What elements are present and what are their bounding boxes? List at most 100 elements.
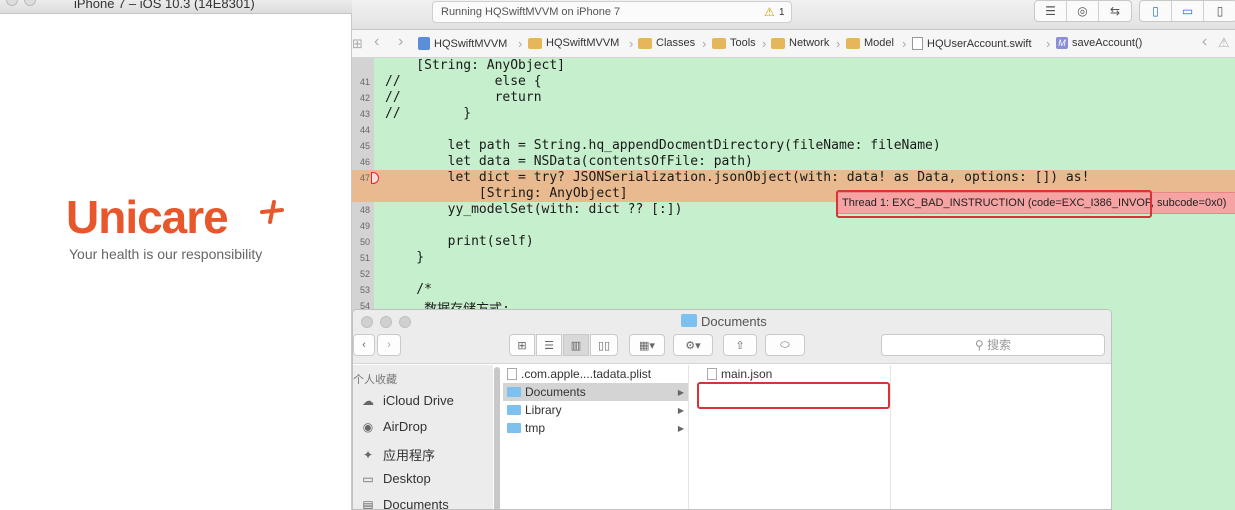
xcode-toolbar: Running HQSwiftMVVM on iPhone 7 ⚠ 1 ☰ ◎ … bbox=[352, 0, 1235, 30]
zoom-dot[interactable] bbox=[399, 316, 411, 328]
list-item[interactable]: Library ▶ bbox=[503, 401, 688, 419]
code-line[interactable]: 43 // } bbox=[352, 106, 1235, 122]
project-icon bbox=[418, 37, 430, 50]
arrange-button[interactable]: ▦▾ bbox=[629, 334, 665, 356]
code-line[interactable]: [String: AnyObject] bbox=[352, 58, 1235, 74]
line-number: 42 bbox=[359, 93, 370, 103]
previous-issue-button[interactable]: ‹ bbox=[1202, 33, 1207, 51]
code-line[interactable]: 44 bbox=[352, 122, 1235, 138]
folder-icon bbox=[712, 37, 726, 49]
finder-title: Documents bbox=[701, 314, 767, 329]
back-button[interactable]: ‹ bbox=[374, 33, 379, 51]
airdrop-icon: ◉ bbox=[362, 419, 374, 434]
forward-button[interactable]: › bbox=[377, 334, 401, 356]
crumb-classes[interactable]: Classes bbox=[638, 37, 695, 49]
close-dot[interactable] bbox=[361, 316, 373, 328]
search-icon: ⚲ bbox=[974, 338, 988, 352]
editor-mode-group: ☰ ◎ ⇆ bbox=[1034, 0, 1132, 22]
error-highlight-box bbox=[836, 190, 1152, 218]
share-button[interactable]: ⇧ bbox=[723, 334, 757, 356]
code-line[interactable]: 52 bbox=[352, 266, 1235, 282]
crumb-network[interactable]: Network bbox=[771, 37, 829, 49]
source-editor[interactable]: [String: AnyObject] 41 // else {42 // retur… bbox=[352, 58, 1235, 318]
logo-plus-icon bbox=[260, 200, 284, 224]
folder-icon bbox=[638, 37, 652, 49]
search-field[interactable]: ⚲ 搜索 bbox=[881, 334, 1105, 356]
code-text: [String: AnyObject] bbox=[385, 186, 628, 201]
finder-sidebar: 个人收藏 ☁ iCloud Drive ◉ AirDrop ✦ 应用程序 ▭ Deskt… bbox=[353, 365, 493, 509]
version-editor-button[interactable]: ⇆ bbox=[1099, 1, 1131, 21]
crumb-project[interactable]: HQSwiftMVVM bbox=[418, 37, 507, 50]
tags-button[interactable]: ⬭ bbox=[765, 334, 805, 356]
minimize-dot[interactable] bbox=[24, 0, 36, 6]
app-tagline: Your health is our responsibility bbox=[69, 246, 263, 262]
icon-view-button[interactable]: ⊞ bbox=[509, 334, 535, 356]
file-icon bbox=[507, 368, 517, 380]
warning-count[interactable]: 1 bbox=[779, 7, 785, 18]
screen: iPhone 7 – iOS 10.3 (14E8301) Unicare Yo… bbox=[0, 0, 1235, 510]
line-number: 41 bbox=[359, 77, 370, 87]
code-line[interactable]: 41 // else { bbox=[352, 74, 1235, 90]
jump-bar: ⊞ ‹ › HQSwiftMVVM › HQSwiftMVVM › Classe… bbox=[352, 30, 1235, 58]
code-line[interactable]: 45 let path = String.hq_appendDocmentDir… bbox=[352, 138, 1235, 154]
folder-icon bbox=[528, 37, 542, 49]
folder-icon bbox=[507, 423, 521, 433]
code-line[interactable]: 51 } bbox=[352, 250, 1235, 266]
forward-button[interactable]: › bbox=[398, 33, 403, 51]
code-line[interactable]: 53 /* bbox=[352, 282, 1235, 298]
status-text: Running HQSwiftMVVM on iPhone 7 bbox=[441, 6, 621, 18]
debug-area-toggle-button[interactable]: ▭ bbox=[1172, 1, 1204, 21]
warning-icon[interactable]: ⚠ bbox=[764, 5, 775, 19]
minimize-dot[interactable] bbox=[380, 316, 392, 328]
sidebar-item-documents[interactable]: ▤ Documents bbox=[359, 497, 448, 509]
list-item[interactable]: tmp ▶ bbox=[503, 419, 688, 437]
column-view-button[interactable]: ▥ bbox=[563, 334, 589, 356]
applications-icon: ✦ bbox=[362, 447, 374, 462]
code-line[interactable]: 46 let data = NSData(contentsOfFile: pat… bbox=[352, 154, 1235, 170]
sidebar-item-applications[interactable]: ✦ 应用程序 bbox=[359, 445, 435, 464]
simulator-title: iPhone 7 – iOS 10.3 (14E8301) bbox=[74, 0, 255, 11]
folder-icon bbox=[846, 37, 860, 49]
list-item[interactable]: .com.apple....tadata.plist bbox=[503, 365, 688, 383]
code-text: } bbox=[385, 250, 425, 265]
sidebar-heading: 个人收藏 bbox=[353, 374, 397, 386]
method-icon: M bbox=[1056, 37, 1068, 49]
code-line[interactable]: 49 bbox=[352, 218, 1235, 234]
folder-icon bbox=[507, 405, 521, 415]
finder-column-1: .com.apple....tadata.plist Documents ▶ Li… bbox=[503, 365, 689, 509]
code-line[interactable]: 50 print(self) bbox=[352, 234, 1235, 250]
standard-editor-button[interactable]: ☰ bbox=[1035, 1, 1067, 21]
close-dot[interactable] bbox=[6, 0, 18, 6]
gallery-view-button[interactable]: ▯▯ bbox=[590, 334, 618, 356]
code-text: let data = NSData(contentsOfFile: path) bbox=[385, 154, 753, 169]
code-text: [String: AnyObject] bbox=[385, 58, 566, 73]
crumb-method[interactable]: MsaveAccount() bbox=[1056, 37, 1142, 49]
related-items-icon[interactable]: ⊞ bbox=[352, 36, 363, 52]
issue-warning-icon[interactable]: ⚠ bbox=[1218, 35, 1230, 51]
disclosure-arrow-icon: ▶ bbox=[677, 423, 684, 433]
error-marker-icon[interactable] bbox=[371, 172, 379, 184]
navigator-toggle-button[interactable]: ▯ bbox=[1140, 1, 1172, 21]
code-text: // return bbox=[385, 90, 542, 105]
action-button[interactable]: ⚙▾ bbox=[673, 334, 713, 356]
sidebar-item-desktop[interactable]: ▭ Desktop bbox=[359, 471, 430, 486]
crumb-model[interactable]: Model bbox=[846, 37, 894, 49]
assistant-editor-button[interactable]: ◎ bbox=[1067, 1, 1099, 21]
crumb-group-1[interactable]: HQSwiftMVVM bbox=[528, 37, 619, 49]
list-item[interactable]: main.json bbox=[699, 365, 890, 383]
sidebar-item-airdrop[interactable]: ◉ AirDrop bbox=[359, 419, 427, 434]
crumb-file[interactable]: HQUserAccount.swift bbox=[912, 37, 1032, 50]
desktop-icon: ▭ bbox=[362, 471, 374, 486]
utilities-toggle-button[interactable]: ▯ bbox=[1204, 1, 1235, 21]
simulator-window: iPhone 7 – iOS 10.3 (14E8301) Unicare Yo… bbox=[0, 0, 352, 510]
code-line[interactable]: 42 // return bbox=[352, 90, 1235, 106]
crumb-tools[interactable]: Tools bbox=[712, 37, 756, 49]
sidebar-scrollbar[interactable] bbox=[494, 367, 500, 509]
list-view-button[interactable]: ☰ bbox=[536, 334, 562, 356]
code-text: // } bbox=[385, 106, 472, 121]
back-button[interactable]: ‹ bbox=[353, 334, 375, 356]
list-item[interactable]: Documents ▶ bbox=[503, 383, 688, 401]
code-line[interactable]: 47 let dict = try? JSONSerialization.jso… bbox=[352, 170, 1235, 186]
simulator-title-bar: iPhone 7 – iOS 10.3 (14E8301) bbox=[0, 0, 352, 14]
sidebar-item-icloud[interactable]: ☁ iCloud Drive bbox=[359, 393, 454, 408]
